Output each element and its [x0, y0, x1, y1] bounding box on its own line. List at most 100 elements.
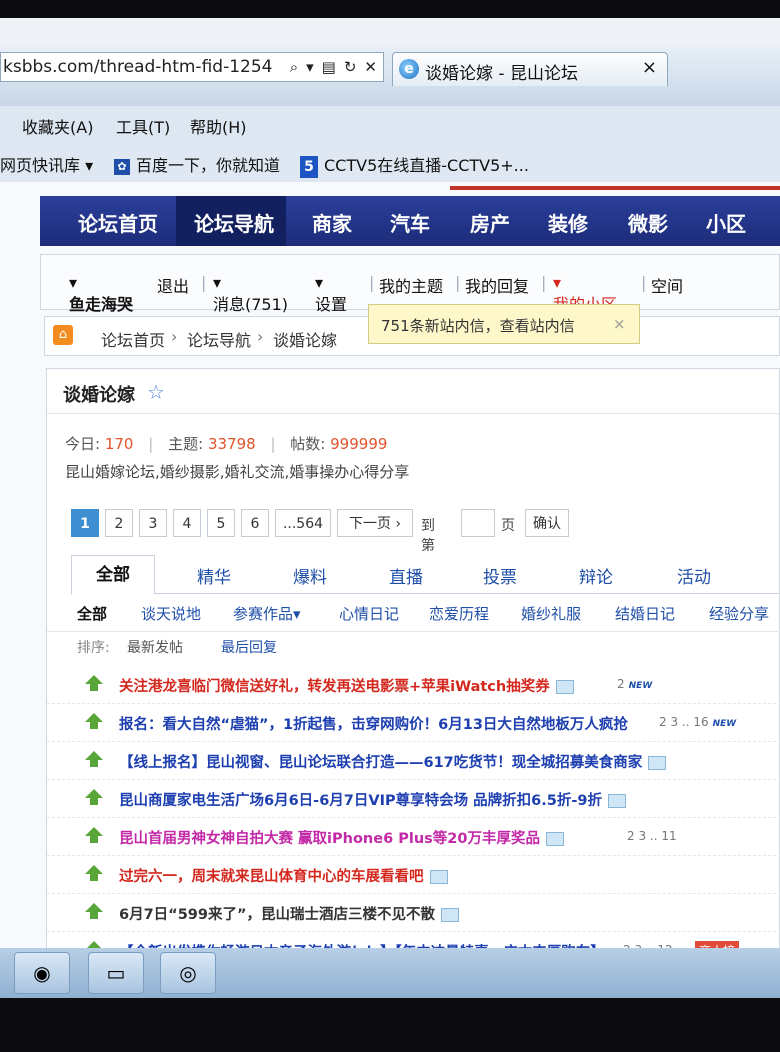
username-link[interactable]: 鱼走海哭 ▾ — [69, 273, 133, 314]
fav-baidu[interactable]: ✿ 百度一下，你就知道 — [114, 152, 280, 176]
thread-pages[interactable]: 2 3 .. 16 NEW — [659, 715, 736, 729]
thread-title-6[interactable]: 6月7日“599来了”，昆山瑞士酒店三楼不见不散 — [119, 903, 460, 924]
nav-community[interactable]: 小区 — [706, 208, 746, 237]
category-all[interactable]: 全部 — [77, 603, 107, 624]
breadcrumb-home[interactable]: 论坛首页 — [101, 327, 165, 351]
thread-title-5[interactable]: 过完六一，周末就来昆山体育中心的车展看看吧 — [119, 865, 448, 886]
thread-row[interactable]: 昆山首届男神女神自拍大赛 赢取iPhone6 Plus等20万丰厚奖品 2 3 … — [47, 819, 780, 856]
start-orb-icon[interactable]: ◉ — [14, 952, 70, 994]
forum-header: 谈婚论嫁 ☆ — [47, 369, 779, 414]
tip-text[interactable]: 751条新站内信，查看站内信 — [381, 315, 575, 336]
page-6[interactable]: 6 — [241, 509, 269, 537]
nav-home[interactable]: 论坛首页 — [78, 208, 158, 237]
home-icon[interactable]: ⌂ — [53, 325, 73, 345]
tab-debate[interactable]: 辩论 — [579, 563, 613, 588]
category-chat[interactable]: 谈天说地 — [141, 603, 201, 624]
cctv5-icon: 5 — [300, 155, 318, 178]
nav-cars[interactable]: 汽车 — [390, 208, 430, 237]
message-tip[interactable]: 751条新站内信，查看站内信 × — [368, 304, 640, 344]
star-icon[interactable]: ☆ — [147, 380, 165, 404]
posts-label: 帖数: — [290, 435, 326, 453]
image-icon — [555, 680, 574, 694]
thread-title-0[interactable]: 关注港龙喜临门微信送好礼，转发再送电影票+苹果iWatch抽奖券 — [119, 675, 574, 696]
thread-row[interactable]: 报名：看大自然“虐猫”，1折起售，击穿网购价！6月13日大自然地板万人疯抢 2 … — [47, 705, 780, 742]
thread-row[interactable]: 【线上报名】昆山视窗、昆山论坛联合打造——617吃货节！现全城招募美食商家 — [47, 743, 780, 780]
nav-guide[interactable]: 论坛导航 — [194, 208, 274, 237]
thread-pages[interactable]: 2 NEW — [617, 677, 652, 691]
image-icon — [607, 794, 626, 808]
screen: ksbbs.com/thread-htm-fid-1254 ⌕ ▾ ▤ ↻ ✕ e 谈婚… — [0, 18, 780, 998]
divider: | — [369, 273, 375, 292]
nav-houses[interactable]: 房产 — [470, 208, 510, 237]
page-number-input[interactable] — [461, 509, 495, 537]
thread-title-3[interactable]: 昆山商厦家电生活广场6月6日-6月7日VIP尊享特会场 品牌折扣6.5折-9折 — [119, 789, 626, 810]
browser-taskbar-icon[interactable]: ◎ — [160, 952, 216, 994]
menu-favorites[interactable]: 收藏夹(A) — [22, 114, 93, 138]
folder-icon[interactable]: ▭ — [88, 952, 144, 994]
breadcrumb-guide[interactable]: 论坛导航 — [187, 327, 251, 351]
browser-tab[interactable]: e 谈婚论嫁 - 昆山论坛 × — [392, 52, 668, 86]
address-text: ksbbs.com/thread-htm-fid-1254 — [3, 57, 273, 77]
page-4[interactable]: 4 — [173, 509, 201, 537]
sort-latest-post[interactable]: 最新发帖 — [127, 637, 183, 657]
page-unit-label: 页 — [501, 518, 515, 534]
thread-tabs: 全部 精华 爆料 直播 投票 辩论 活动 — [71, 555, 780, 595]
category-experience[interactable]: 经验分享 — [709, 603, 769, 624]
menu-help[interactable]: 帮助(H) — [190, 114, 247, 138]
page-2[interactable]: 2 — [105, 509, 133, 537]
breadcrumb-current: 谈婚论嫁 — [273, 331, 338, 350]
nav-decoration[interactable]: 装修 — [548, 208, 588, 237]
category-dresses[interactable]: 婚纱礼服 — [521, 603, 581, 624]
thread-row[interactable]: 6月7日“599来了”，昆山瑞士酒店三楼不见不散 — [47, 895, 780, 932]
forum-panel: 谈婚论嫁 ☆ 今日: 170 | 主题: 33798 | 帖数: 999999 … — [46, 368, 780, 982]
thread-row[interactable]: 关注港龙喜临门微信送好礼，转发再送电影票+苹果iWatch抽奖券 2 NEW — [47, 667, 780, 704]
close-tab-icon[interactable]: × — [642, 57, 657, 78]
tab-news[interactable]: 爆料 — [293, 563, 327, 588]
fav-webslice[interactable]: 网页快讯库 ▾ — [0, 152, 93, 176]
divider: | — [455, 273, 461, 292]
tab-all[interactable]: 全部 — [71, 555, 155, 595]
my-topics-link[interactable]: 我的主题 — [379, 273, 443, 297]
logout-link[interactable]: 退出 — [157, 273, 189, 297]
thread-pages[interactable]: 2 3 .. 11 — [627, 829, 677, 843]
refresh-icon[interactable]: ↻ — [344, 58, 357, 76]
settings-link[interactable]: 设置 ▾ — [315, 273, 347, 314]
compat-icon[interactable]: ▤ — [322, 58, 336, 76]
thread-title-2[interactable]: 【线上报名】昆山视窗、昆山论坛联合打造——617吃货节！现全城招募美食商家 — [119, 751, 667, 772]
page-1[interactable]: 1 — [71, 509, 99, 537]
category-diary[interactable]: 结婚日记 — [615, 603, 675, 624]
next-page-button[interactable]: 下一页 › — [337, 509, 413, 537]
tab-live[interactable]: 直播 — [389, 563, 423, 588]
image-icon — [545, 832, 564, 846]
my-community-link[interactable]: 我的小区 ▾ — [553, 273, 617, 314]
page-5[interactable]: 5 — [207, 509, 235, 537]
thread-row[interactable]: 昆山商厦家电生活广场6月6日-6月7日VIP尊享特会场 品牌折扣6.5折-9折 — [47, 781, 780, 818]
space-link[interactable]: 空间 — [651, 273, 683, 297]
page-last[interactable]: ...564 — [275, 509, 331, 537]
breadcrumb-separator: › — [257, 327, 264, 346]
nav-merchants[interactable]: 商家 — [312, 208, 352, 237]
page-3[interactable]: 3 — [139, 509, 167, 537]
category-mood[interactable]: 心情日记 — [339, 603, 399, 624]
thread-title-1[interactable]: 报名：看大自然“虐猫”，1折起售，击穿网购价！6月13日大自然地板万人疯抢 — [119, 713, 628, 734]
stop-icon[interactable]: ✕ — [364, 58, 377, 76]
tab-title: 谈婚论嫁 - 昆山论坛 — [425, 64, 578, 84]
category-entries[interactable]: 参赛作品▾ — [233, 603, 301, 624]
fav-cctv5[interactable]: 5 CCTV5在线直播-CCTV5+... — [300, 152, 529, 178]
nav-microfilm[interactable]: 微影 — [628, 208, 668, 237]
thread-row[interactable]: 过完六一，周末就来昆山体育中心的车展看看吧 — [47, 857, 780, 894]
search-icon[interactable]: ⌕ — [290, 58, 298, 76]
tab-activity[interactable]: 活动 — [677, 563, 711, 588]
tab-featured[interactable]: 精华 — [197, 563, 231, 588]
messages-link[interactable]: 消息(751) ▾ — [213, 273, 288, 314]
category-romance[interactable]: 恋爱历程 — [429, 603, 489, 624]
sort-latest-reply[interactable]: 最后回复 — [221, 637, 277, 657]
menu-tools[interactable]: 工具(T) — [116, 114, 170, 138]
thread-title-4[interactable]: 昆山首届男神女神自拍大赛 赢取iPhone6 Plus等20万丰厚奖品 — [119, 827, 564, 848]
tab-vote[interactable]: 投票 — [483, 563, 517, 588]
confirm-button[interactable]: 确认 — [525, 509, 569, 537]
address-bar[interactable]: ksbbs.com/thread-htm-fid-1254 ⌕ ▾ ▤ ↻ ✕ — [0, 52, 384, 82]
my-replies-link[interactable]: 我的回复 — [465, 273, 529, 297]
tip-close-icon[interactable]: × — [613, 315, 626, 333]
dropdown-icon[interactable]: ▾ — [306, 58, 314, 76]
